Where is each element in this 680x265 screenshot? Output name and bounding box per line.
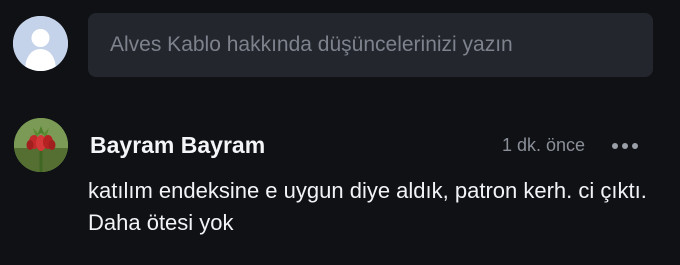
comment-timestamp: 1 dk. önce xyxy=(501,135,585,155)
comment-input[interactable] xyxy=(88,13,653,77)
avatar-flower-icon[interactable] xyxy=(14,118,68,172)
ellipsis-icon[interactable] xyxy=(604,132,646,160)
default-user-avatar-icon xyxy=(13,16,68,71)
comment-body: katılım endeksine e uygun diye aldık, pa… xyxy=(88,178,647,235)
comment-author[interactable]: Bayram Bayram xyxy=(90,132,265,159)
comment-item: Bayram Bayram 1 dk. önce katılım endeksi… xyxy=(0,112,680,262)
comments-panel: Bayram Bayram 1 dk. önce katılım endeksi… xyxy=(0,0,680,265)
comment-composer xyxy=(0,0,680,90)
